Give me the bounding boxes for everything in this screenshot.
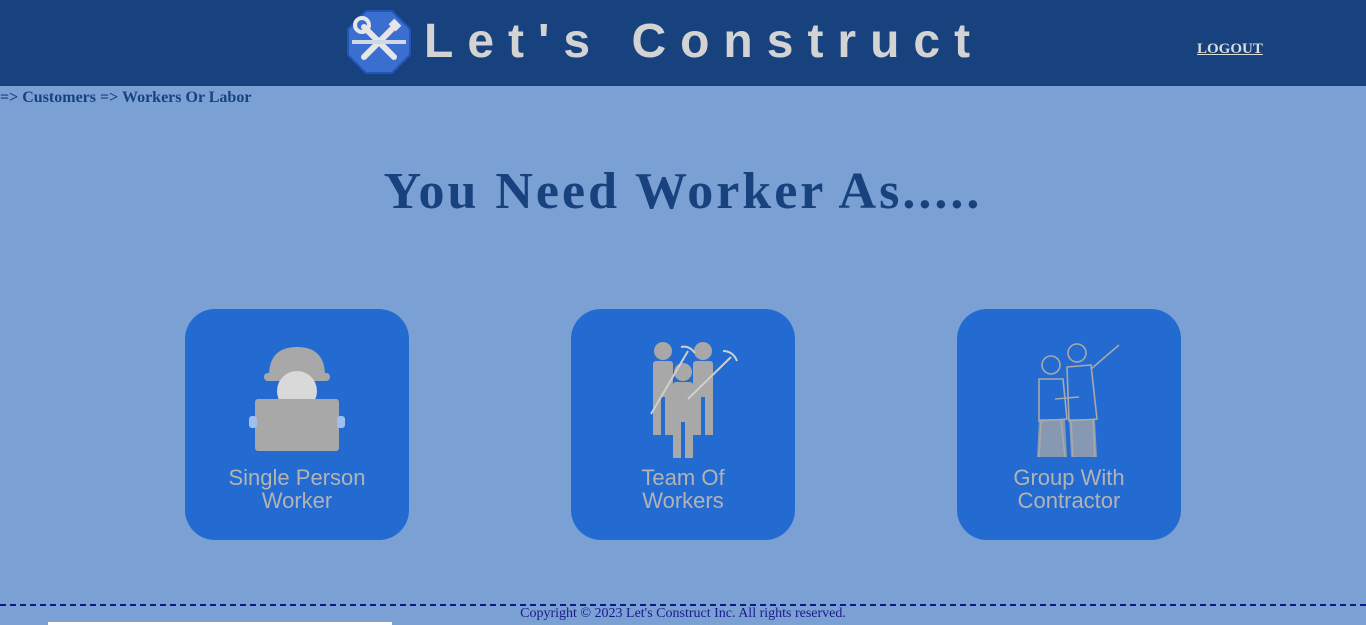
option-label: Group With Contractor: [967, 466, 1171, 512]
option-label-line: Worker: [261, 488, 333, 513]
single-worker-icon: [249, 347, 345, 451]
option-label-line: Group With: [1013, 465, 1125, 490]
option-label-line: Single Person: [228, 465, 366, 490]
worker-team-icon: [650, 342, 738, 458]
option-group-with-contractor[interactable]: Group With Contractor: [957, 309, 1181, 540]
option-team-of-workers[interactable]: Team Of Workers: [571, 309, 795, 540]
tools-icon[interactable]: [346, 9, 412, 75]
header-bar: Let's Construct LOGOUT: [0, 0, 1366, 86]
logout-link[interactable]: LOGOUT: [1197, 41, 1263, 58]
contractor-group-icon: [1037, 343, 1120, 458]
brand-title: Let's Construct: [424, 15, 985, 68]
footer-copyright: Copyright © 2023 Let's Construct Inc. Al…: [520, 606, 846, 621]
option-label-line: Team Of: [641, 465, 725, 490]
option-label: Single Person Worker: [195, 466, 399, 512]
breadcrumb: => Customers => Workers Or Labor: [0, 89, 252, 106]
option-single-person-worker[interactable]: Single Person Worker: [185, 309, 409, 540]
option-label-line: Workers: [642, 488, 724, 513]
page-title: You Need Worker As.....: [383, 163, 983, 220]
option-label-line: Contractor: [1017, 488, 1121, 513]
option-label: Team Of Workers: [581, 466, 785, 512]
